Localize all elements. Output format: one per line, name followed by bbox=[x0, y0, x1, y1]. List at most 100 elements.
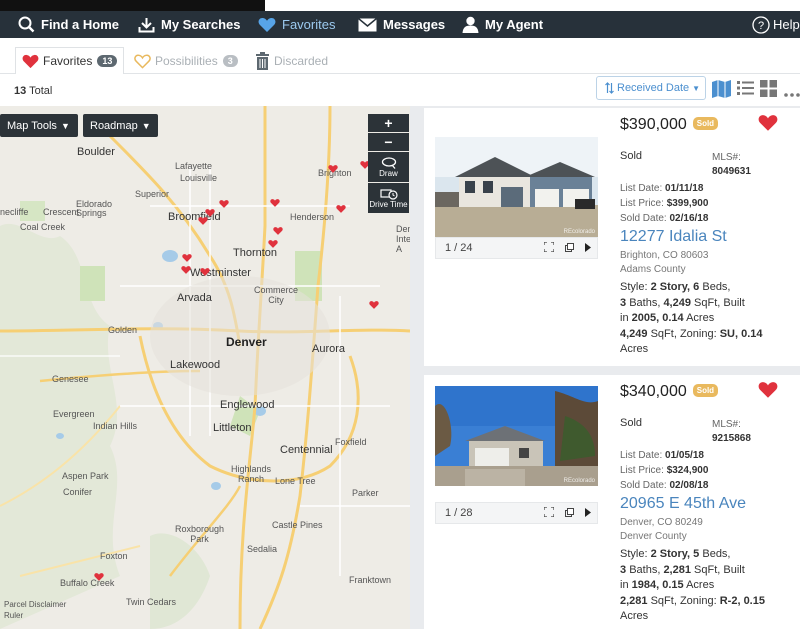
nav-help[interactable]: ? Help bbox=[752, 11, 800, 38]
map-ruler[interactable]: Ruler bbox=[4, 611, 23, 620]
map-place-boulder: Boulder bbox=[77, 146, 115, 158]
map-place-sedalia: Sedalia bbox=[247, 544, 278, 554]
map-favorite-pin[interactable] bbox=[198, 216, 208, 226]
mls-number: 9215868 bbox=[712, 433, 751, 444]
map-place-roxborough-park: Roxborough Park bbox=[175, 524, 225, 544]
nav-my-searches[interactable]: My Searches bbox=[138, 11, 241, 38]
nav-help-label: Help bbox=[773, 17, 800, 32]
spec-acres2-label: Acres bbox=[620, 610, 649, 622]
expand-icon[interactable] bbox=[544, 507, 554, 517]
map-favorite-pin[interactable] bbox=[336, 204, 346, 214]
listing-address-link[interactable]: 12277 Idalia St bbox=[620, 228, 727, 246]
favorite-heart-icon[interactable] bbox=[758, 381, 778, 399]
mls-label: MLS#: bbox=[712, 152, 741, 163]
map-place-louisville: Louisville bbox=[180, 173, 218, 183]
spec-acres-label: Acres bbox=[686, 312, 715, 324]
heart-outline-icon bbox=[134, 54, 151, 69]
spec-beds-label: Beds, bbox=[702, 281, 731, 293]
sold-date-label: Sold Date: bbox=[620, 480, 667, 491]
zoom-in-label: + bbox=[384, 115, 393, 131]
list-price: List Price: $324,900 bbox=[620, 465, 708, 476]
tab-discarded[interactable]: Discarded bbox=[255, 48, 328, 74]
zoom-out-button[interactable]: − bbox=[368, 133, 409, 151]
next-arrow-icon[interactable] bbox=[585, 507, 591, 517]
tab-possibilities[interactable]: Possibilities 3 bbox=[134, 48, 238, 74]
spec-zoning: R-2, bbox=[719, 594, 741, 607]
listing-card[interactable]: REcolorado 1 / 28 $340,000 Sold Sold MLS#… bbox=[424, 375, 800, 629]
listing-photo[interactable]: REcolorado bbox=[435, 386, 598, 486]
gallery-icon[interactable] bbox=[565, 507, 574, 517]
favorites-tabs: Favorites 13 Possibilities 3 Discarded bbox=[0, 38, 800, 75]
spec-style-label: Style: bbox=[620, 548, 648, 560]
spec-built-label: Built bbox=[723, 563, 745, 576]
listing-results: REcolorado 1 / 24 $390,000 Sold Sold MLS#… bbox=[410, 106, 800, 629]
map-favorite-pin[interactable] bbox=[369, 300, 379, 310]
drive-time-button[interactable]: Drive Time bbox=[368, 183, 409, 213]
next-arrow-icon[interactable] bbox=[585, 242, 591, 252]
listing-photo[interactable]: REcolorado bbox=[435, 137, 598, 237]
chevron-down-icon: ▼ bbox=[60, 120, 70, 131]
nav-my-searches-label: My Searches bbox=[161, 17, 241, 32]
map-place-commerce-city: Commerce City bbox=[254, 285, 299, 305]
drive-time-icon bbox=[379, 188, 398, 200]
more-options-icon[interactable] bbox=[784, 84, 800, 102]
results-map[interactable]: Boulder Lafayette Louisville Superior ne… bbox=[0, 106, 410, 629]
map-favorite-pin[interactable] bbox=[268, 239, 278, 249]
tab-possibilities-count: 3 bbox=[222, 55, 238, 67]
list-view-icon[interactable] bbox=[737, 80, 754, 101]
listing-address-link[interactable]: 20965 E 45th Ave bbox=[620, 495, 746, 513]
draw-icon bbox=[381, 156, 396, 169]
spec-year: 1984, bbox=[631, 579, 660, 591]
nav-messages[interactable]: Messages bbox=[358, 11, 445, 38]
map-place-lafayette: Lafayette bbox=[175, 161, 213, 171]
map-favorite-pin[interactable] bbox=[200, 267, 210, 277]
map-favorite-pin[interactable] bbox=[182, 253, 192, 263]
gallery-icon[interactable] bbox=[565, 242, 574, 252]
roadmap-button[interactable]: Roadmap ▼ bbox=[83, 114, 158, 137]
tab-favorites[interactable]: Favorites 13 bbox=[15, 47, 125, 75]
zoom-in-button[interactable]: + bbox=[368, 114, 409, 132]
spec-style: 2 Story, bbox=[650, 548, 691, 560]
nav-favorites[interactable]: Favorites bbox=[258, 11, 335, 38]
spec-acres: 0.14 bbox=[662, 312, 684, 324]
nav-messages-label: Messages bbox=[383, 17, 446, 32]
spec-year: 2005, bbox=[631, 312, 660, 324]
photo-controls bbox=[544, 242, 591, 252]
map-place-crescent: Crescent bbox=[43, 207, 80, 217]
nav-my-agent[interactable]: My Agent bbox=[462, 11, 543, 38]
list-date-label: List Date: bbox=[620, 183, 663, 194]
listing-card[interactable]: REcolorado 1 / 24 $390,000 Sold Sold MLS#… bbox=[424, 108, 800, 366]
listing-price: $340,000 Sold bbox=[620, 383, 719, 401]
download-icon bbox=[138, 17, 155, 32]
expand-icon[interactable] bbox=[544, 242, 554, 252]
map-view-icon[interactable] bbox=[712, 80, 731, 103]
listing-price: $390,000 Sold bbox=[620, 116, 719, 134]
spec-beds: 5 bbox=[693, 548, 700, 560]
map-favorite-pin[interactable] bbox=[270, 198, 280, 208]
listing-status: Sold bbox=[620, 150, 643, 162]
map-favorite-pin[interactable] bbox=[273, 226, 283, 236]
grid-view-icon[interactable] bbox=[760, 80, 777, 102]
spec-sqft-label: SqFt, bbox=[694, 296, 721, 309]
map-favorite-pin[interactable] bbox=[94, 572, 104, 582]
map-favorite-pin[interactable] bbox=[328, 164, 338, 174]
nav-find-home[interactable]: Find a Home bbox=[18, 11, 119, 38]
map-favorite-pin[interactable] bbox=[181, 265, 191, 275]
map-parcel-disclaimer[interactable]: Parcel Disclaimer bbox=[4, 600, 66, 609]
spec-style-label: Style: bbox=[620, 281, 648, 293]
caret-down-icon: ▼ bbox=[692, 83, 701, 93]
sort-dropdown[interactable]: Received Date ▼ bbox=[596, 76, 706, 100]
draw-button[interactable]: Draw bbox=[368, 152, 409, 182]
map-tools-button[interactable]: Map Tools ▼ bbox=[0, 114, 78, 137]
sold-date-label: Sold Date: bbox=[620, 213, 667, 224]
map-place-centennial: Centennial bbox=[280, 444, 333, 456]
map-place-foxton: Foxton bbox=[100, 551, 128, 561]
favorite-heart-icon[interactable] bbox=[758, 114, 778, 132]
map-favorite-pin[interactable] bbox=[219, 199, 229, 209]
photo-controls bbox=[544, 507, 591, 517]
map-place-aurora: Aurora bbox=[312, 343, 346, 355]
total-number: 13 bbox=[14, 85, 27, 97]
listing-specs: Style: 2 Story, 6 Beds, 3 Baths, 4,249 S… bbox=[620, 280, 790, 358]
spec-acres: 0.15 bbox=[662, 579, 684, 591]
sold-badge: Sold bbox=[692, 117, 719, 130]
